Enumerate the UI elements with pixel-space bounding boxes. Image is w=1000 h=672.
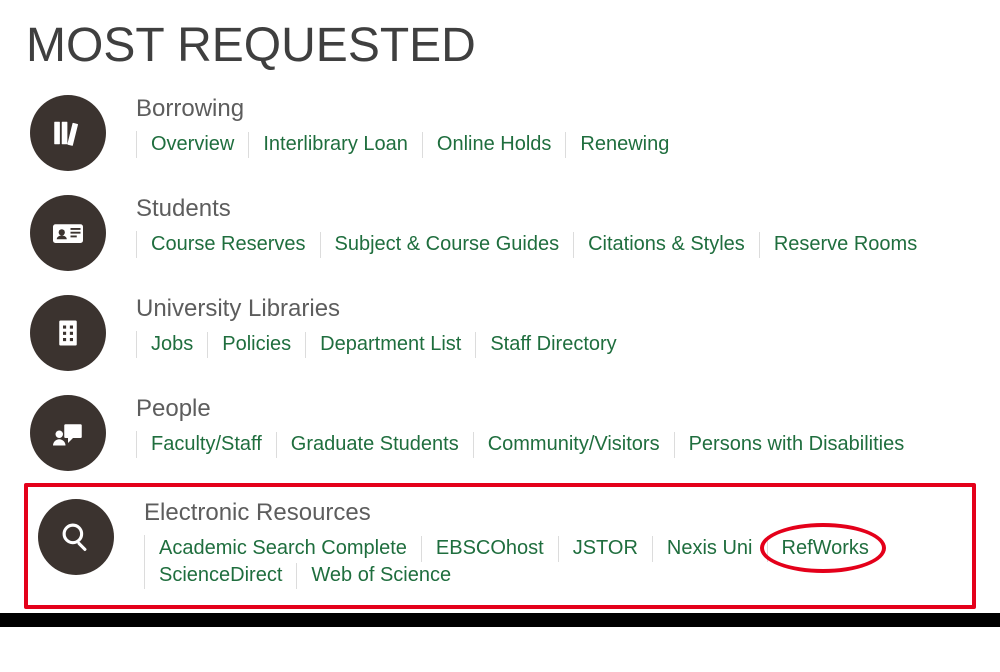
link-graduate-students[interactable]: Graduate Students	[277, 431, 473, 458]
search-icon	[38, 499, 114, 575]
link-community-visitors[interactable]: Community/Visitors	[474, 431, 674, 458]
link-refworks[interactable]: RefWorks	[768, 535, 883, 562]
link-ebscohost[interactable]: EBSCOhost	[422, 535, 558, 562]
page-title: MOST REQUESTED	[26, 18, 980, 73]
section-electronic-resources: Electronic Resources Academic Search Com…	[28, 487, 972, 601]
section-borrowing: Borrowing Overview Interlibrary Loan Onl…	[20, 83, 980, 183]
link-list: Overview Interlibrary Loan Online Holds …	[136, 131, 980, 158]
section-heading: Students	[136, 195, 980, 223]
link-renewing[interactable]: Renewing	[566, 131, 683, 158]
link-citations-styles[interactable]: Citations & Styles	[574, 231, 759, 258]
link-course-reserves[interactable]: Course Reserves	[137, 231, 320, 258]
building-icon	[30, 295, 106, 371]
link-faculty-staff[interactable]: Faculty/Staff	[137, 431, 276, 458]
section-university-libraries: University Libraries Jobs Policies Depar…	[20, 283, 980, 383]
link-subject-course-guides[interactable]: Subject & Course Guides	[321, 231, 574, 258]
link-nexis-uni[interactable]: Nexis Uni	[653, 535, 767, 562]
people-icon	[30, 395, 106, 471]
link-online-holds[interactable]: Online Holds	[423, 131, 566, 158]
section-students: Students Course Reserves Subject & Cours…	[20, 183, 980, 283]
bottom-bar	[0, 613, 1000, 627]
link-list: Faculty/Staff Graduate Students Communit…	[136, 431, 980, 458]
section-heading: University Libraries	[136, 295, 980, 323]
section-heading: Electronic Resources	[144, 499, 972, 527]
link-overview[interactable]: Overview	[137, 131, 248, 158]
link-sciencedirect[interactable]: ScienceDirect	[145, 562, 296, 589]
link-jstor[interactable]: JSTOR	[559, 535, 652, 562]
section-heading: Borrowing	[136, 95, 980, 123]
id-card-icon	[30, 195, 106, 271]
link-persons-with-disabilities[interactable]: Persons with Disabilities	[675, 431, 919, 458]
link-list: Jobs Policies Department List Staff Dire…	[136, 331, 980, 358]
section-people: People Faculty/Staff Graduate Students C…	[20, 383, 980, 483]
link-interlibrary-loan[interactable]: Interlibrary Loan	[249, 131, 422, 158]
link-staff-directory[interactable]: Staff Directory	[476, 331, 630, 358]
link-policies[interactable]: Policies	[208, 331, 305, 358]
link-list: Course Reserves Subject & Course Guides …	[136, 231, 980, 258]
link-department-list[interactable]: Department List	[306, 331, 475, 358]
section-heading: People	[136, 395, 980, 423]
link-list: Academic Search Complete EBSCOhost JSTOR…	[144, 535, 972, 589]
link-web-of-science[interactable]: Web of Science	[297, 562, 465, 589]
link-academic-search-complete[interactable]: Academic Search Complete	[145, 535, 421, 562]
link-jobs[interactable]: Jobs	[137, 331, 207, 358]
highlight-box: Electronic Resources Academic Search Com…	[24, 483, 976, 609]
books-icon	[30, 95, 106, 171]
link-reserve-rooms[interactable]: Reserve Rooms	[760, 231, 931, 258]
